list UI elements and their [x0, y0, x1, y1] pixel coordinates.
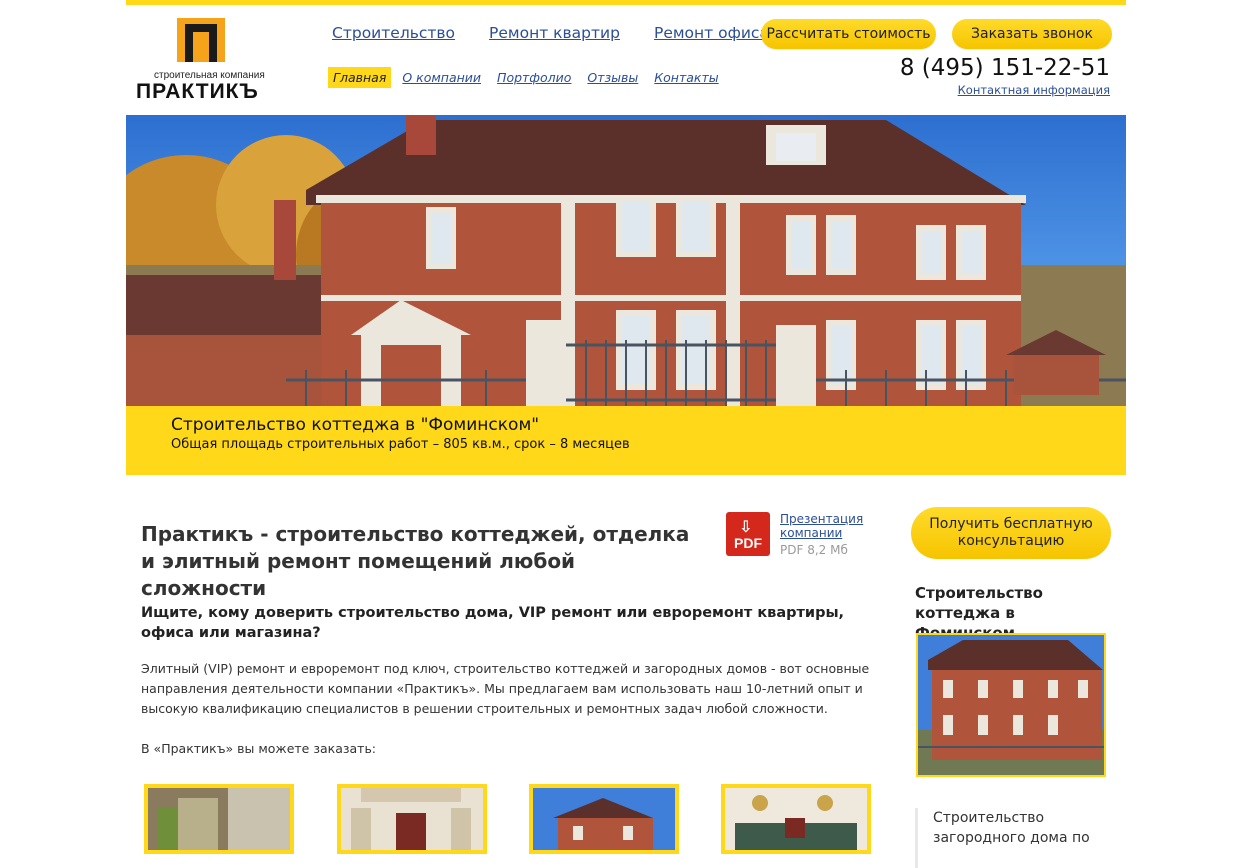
hero-caption: Строительство коттеджа в "Фоминском" Общ…: [126, 406, 1126, 475]
sub-nav: Главная О компании Портфолио Отзывы Конт…: [328, 67, 724, 88]
service-thumb-cottage[interactable]: [529, 784, 679, 854]
nav-link-construction[interactable]: Строительство: [332, 24, 455, 42]
subnav-about[interactable]: О компании: [397, 67, 486, 88]
logo-name: ПРАКТИКЪ: [136, 80, 259, 103]
request-call-button[interactable]: Заказать звонок: [952, 19, 1112, 49]
hero-caption-text: Общая площадь строительных работ – 805 к…: [171, 437, 630, 452]
order-intro-text: В «Практикъ» вы можете заказать:: [141, 741, 377, 756]
free-consultation-button[interactable]: Получить бесплатную консультацию: [911, 507, 1111, 559]
subnav-home[interactable]: Главная: [328, 67, 392, 88]
sidebar-project-image[interactable]: [916, 633, 1106, 777]
pdf-icon-label: PDF: [734, 535, 762, 551]
phone-number: 8 (495) 151-22-51: [899, 55, 1110, 81]
pdf-file-size: PDF 8,2 Мб: [780, 543, 848, 557]
services-gallery: [144, 784, 884, 854]
section-heading: Ищите, кому доверить строительство дома,…: [141, 605, 845, 641]
calculate-cost-button[interactable]: Рассчитать стоимость: [761, 19, 936, 49]
sidebar-article-card[interactable]: Строительство загородного дома по: [915, 808, 1115, 868]
service-thumb-interior[interactable]: [144, 784, 294, 854]
cottage-illustration: [126, 115, 1126, 406]
pdf-download-icon[interactable]: ⇩ PDF: [726, 512, 770, 556]
page: строительная компания ПРАКТИКЪ Строитель…: [126, 0, 1126, 868]
nav-link-apartment-repair[interactable]: Ремонт квартир: [489, 24, 620, 42]
company-presentation: ⇩ PDF Презентация компании PDF 8,2 Мб: [726, 512, 906, 562]
subnav-reviews[interactable]: Отзывы: [582, 67, 643, 88]
top-accent-line: [126, 0, 1126, 5]
contact-info-link[interactable]: Контактная информация: [958, 83, 1110, 97]
subnav-contacts[interactable]: Контакты: [649, 67, 723, 88]
nav-link-office-repair[interactable]: Ремонт офиса: [654, 24, 769, 42]
subnav-portfolio[interactable]: Портфолио: [492, 67, 576, 88]
page-title: Практикъ - строительство коттеджей, отде…: [141, 522, 690, 600]
service-thumb-hall[interactable]: [337, 784, 487, 854]
logo-icon: [177, 18, 225, 62]
hero-caption-title: Строительство коттеджа в "Фоминском": [171, 415, 540, 435]
intro-paragraph: Элитный (VIP) ремонт и евроремонт под кл…: [141, 661, 870, 716]
main-nav: Строительство Ремонт квартир Ремонт офис…: [332, 24, 769, 42]
hero-image: [126, 115, 1126, 406]
service-thumb-office[interactable]: [721, 784, 871, 854]
company-logo[interactable]: строительная компания ПРАКТИКЪ: [136, 18, 266, 103]
presentation-link[interactable]: Презентация компании: [780, 512, 890, 540]
